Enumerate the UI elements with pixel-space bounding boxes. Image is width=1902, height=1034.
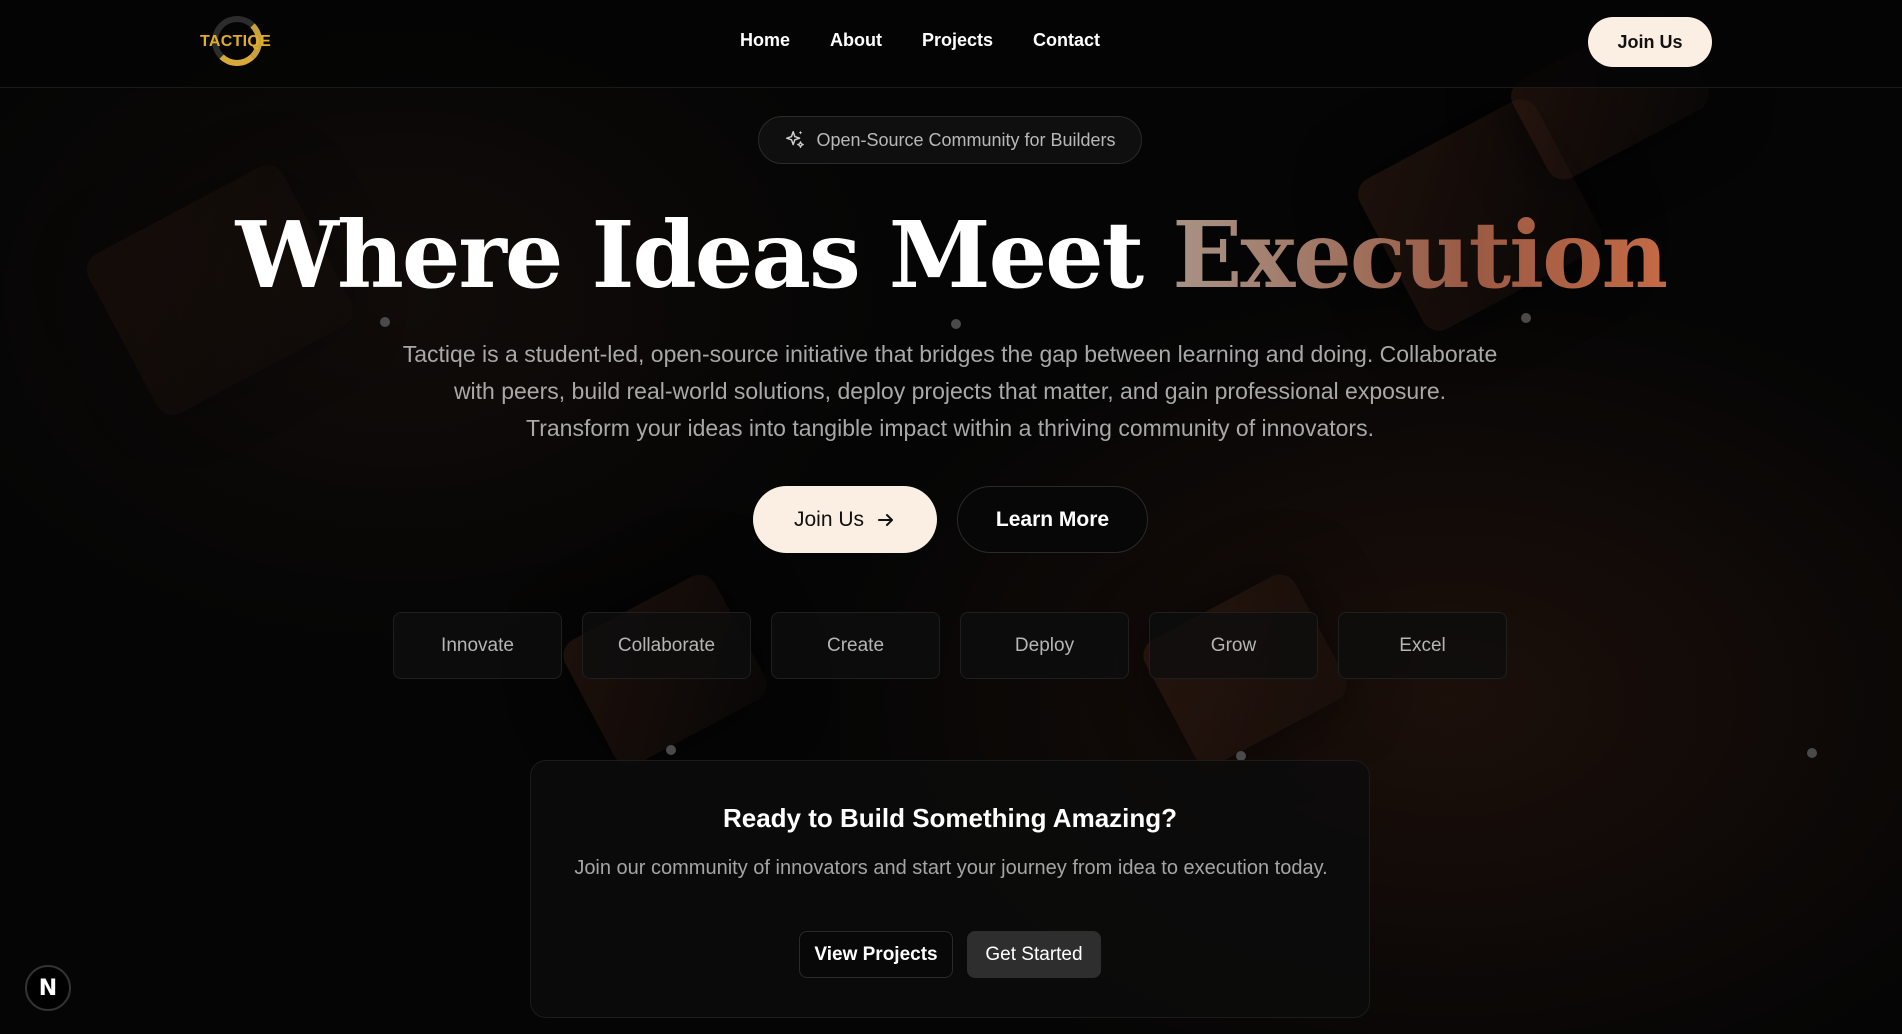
nav-link-home[interactable]: Home [740,30,790,51]
cta-card: Ready to Build Something Amazing? Join o… [530,760,1370,1018]
pill-collaborate[interactable]: Collaborate [582,612,751,679]
nav-link-about[interactable]: About [830,30,882,51]
get-started-button[interactable]: Get Started [967,931,1101,978]
page: TACTIQE Home About Projects Contact Join… [0,0,1902,1034]
view-projects-button[interactable]: View Projects [799,931,953,978]
dev-tools-badge[interactable]: N [25,965,71,1011]
hero-join-label: Join Us [793,507,865,531]
nav-link-projects[interactable]: Projects [922,30,993,51]
pill-innovate[interactable]: Innovate [393,612,562,679]
hero-title-main: Where Ideas Meet [235,201,1173,309]
background-dot [951,319,961,329]
pill-grow[interactable]: Grow [1149,612,1318,679]
nav-links: Home About Projects Contact [740,30,1100,51]
hero-description: Tactiqe is a student-led, open-source in… [402,341,1498,441]
nav-link-contact[interactable]: Contact [1033,30,1100,51]
community-badge: Open-Source Community for Builders [758,116,1142,164]
cta-description: Join our community of innovators and sta… [574,857,1328,879]
background-dot [1807,748,1817,758]
hero-title: Where Ideas Meet Execution [0,200,1902,310]
background-dot [380,317,390,327]
badge-text: Open-Source Community for Builders [816,129,1116,150]
arrow-right-icon [878,513,894,526]
pill-excel[interactable]: Excel [1338,612,1507,679]
value-pills: Innovate Collaborate Create Deploy Grow … [393,612,1507,679]
background-dot [666,745,676,755]
sparkle-icon [786,130,805,148]
learn-more-button[interactable]: Learn More [957,486,1148,553]
hero-title-accent: Execution [1172,201,1668,309]
background-dot [1521,313,1531,323]
pill-create[interactable]: Create [771,612,940,679]
pill-deploy[interactable]: Deploy [960,612,1129,679]
top-navbar: TACTIQE Home About Projects Contact Join… [0,0,1902,88]
cta-title: Ready to Build Something Amazing? [722,803,1178,833]
hero-join-button[interactable]: Join Us [753,486,937,553]
cta-buttons: View Projects Get Started [531,931,1369,978]
nav-join-button[interactable]: Join Us [1588,17,1712,67]
dev-badge-letter: N [38,975,58,1001]
logo-text: TACTIQE [200,33,272,50]
brand-logo[interactable]: TACTIQE [198,16,272,68]
